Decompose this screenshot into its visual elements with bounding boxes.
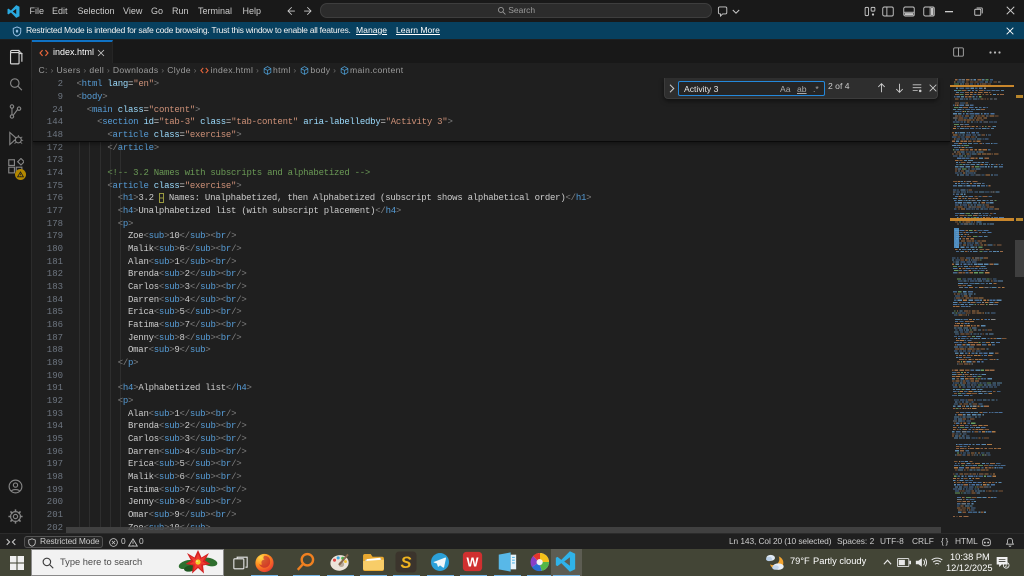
svg-text:2: 2 (1005, 563, 1008, 569)
svg-text:S: S (400, 554, 411, 572)
svg-text:W: W (467, 555, 479, 569)
